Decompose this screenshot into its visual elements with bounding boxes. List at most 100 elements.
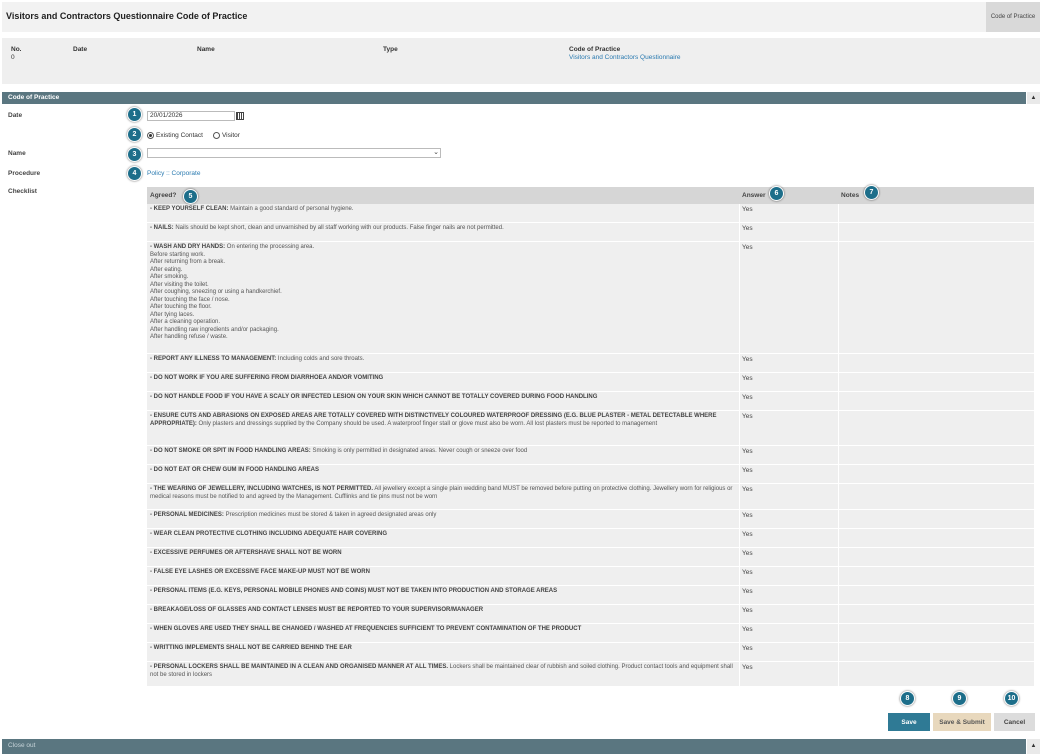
row-answer[interactable]: Yes <box>739 643 838 661</box>
row-notes[interactable] <box>838 624 1034 642</box>
summary-cop-link[interactable]: Visitors and Contractors Questionnaire <box>569 54 681 61</box>
section-header[interactable]: Code of Practice <box>2 92 1026 104</box>
row-notes[interactable] <box>838 373 1034 391</box>
table-row: - PERSONAL MEDICINES: Prescription medic… <box>147 510 1034 529</box>
row-statement-title: - PERSONAL LOCKERS SHALL BE MAINTAINED I… <box>150 664 449 670</box>
row-statement: - DO NOT SMOKE OR SPIT IN FOOD HANDLING … <box>147 446 739 464</box>
row-answer[interactable]: Yes <box>739 411 838 445</box>
calendar-icon[interactable] <box>236 112 244 120</box>
row-notes[interactable] <box>838 446 1034 464</box>
row-notes[interactable] <box>838 465 1034 483</box>
procedure-link[interactable]: Policy :: Corporate <box>147 170 200 177</box>
row-statement: - PERSONAL ITEMS (E.G. KEYS, PERSONAL MO… <box>147 586 739 604</box>
row-notes[interactable] <box>838 605 1034 623</box>
procedure-label: Procedure <box>8 170 41 177</box>
row-notes[interactable] <box>838 567 1034 585</box>
row-answer[interactable]: Yes <box>739 586 838 604</box>
tab-code-of-practice[interactable]: Code of Practice <box>986 2 1040 32</box>
cancel-button[interactable]: Cancel <box>994 713 1035 731</box>
row-answer[interactable]: Yes <box>739 548 838 566</box>
row-notes[interactable] <box>838 548 1034 566</box>
row-statement-title: - KEEP YOURSELF CLEAN: <box>150 206 229 212</box>
summary-date: Date <box>73 46 87 53</box>
step-badge-10: 10 <box>1004 691 1019 706</box>
row-answer[interactable]: Yes <box>739 446 838 464</box>
radio-existing-contact[interactable]: Existing Contact <box>147 132 203 139</box>
row-statement-text: Only plasters and dressings supplied by … <box>196 420 658 427</box>
row-notes[interactable] <box>838 586 1034 604</box>
radio-checked-icon[interactable] <box>147 132 154 139</box>
row-notes[interactable] <box>838 510 1034 528</box>
step-badge-4: 4 <box>127 166 142 181</box>
row-statement: - WRITTING IMPLEMENTS SHALL NOT BE CARRI… <box>147 643 739 661</box>
row-answer[interactable]: Yes <box>739 624 838 642</box>
row-notes[interactable] <box>838 662 1034 686</box>
summary-type-header: Type <box>383 46 398 53</box>
date-label: Date <box>8 112 23 119</box>
row-answer[interactable]: Yes <box>739 662 838 686</box>
summary-cop-header: Code of Practice <box>569 46 621 53</box>
row-statement-title: - PERSONAL MEDICINES: <box>150 512 224 518</box>
row-notes[interactable] <box>838 643 1034 661</box>
date-field[interactable]: 20/01/2026 <box>147 111 235 121</box>
save-submit-button[interactable]: Save & Submit <box>933 713 991 731</box>
name-label: Name <box>8 150 26 157</box>
row-statement-title: - BREAKAGE/LOSS OF GLASSES AND CONTACT L… <box>150 607 484 613</box>
row-notes[interactable] <box>838 204 1034 222</box>
row-statement-text: Including colds and sore throats. <box>276 356 365 362</box>
summary-name-header: Name <box>197 46 215 53</box>
header-agreed: Agreed? <box>150 192 177 199</box>
bottom-collapse-icon[interactable]: ▲ <box>1027 739 1040 754</box>
row-statement-title: - REPORT ANY ILLNESS TO MANAGEMENT: <box>150 356 277 362</box>
summary-type: Type <box>383 46 398 53</box>
row-statement-title: - WASH AND DRY HANDS: <box>150 244 226 250</box>
table-row: - DO NOT WORK IF YOU ARE SUFFERING FROM … <box>147 373 1034 392</box>
row-notes[interactable] <box>838 223 1034 241</box>
summary-panel: No. 0 Date Name Type Code of Practice Vi… <box>2 38 1040 84</box>
row-answer[interactable]: Yes <box>739 484 838 509</box>
row-statement: - WEAR CLEAN PROTECTIVE CLOTHING INCLUDI… <box>147 529 739 547</box>
row-notes[interactable] <box>838 529 1034 547</box>
row-answer[interactable]: Yes <box>739 242 838 353</box>
save-button[interactable]: Save <box>888 713 930 731</box>
row-answer[interactable]: Yes <box>739 354 838 372</box>
bottom-section-bar[interactable]: Close out <box>2 739 1026 754</box>
row-answer[interactable]: Yes <box>739 510 838 528</box>
checklist-table: Agreed? Answer Notes - KEEP YOURSELF CLE… <box>147 187 1034 687</box>
table-row: - DO NOT SMOKE OR SPIT IN FOOD HANDLING … <box>147 446 1034 465</box>
row-statement-title: - EXCESSIVE PERFUMES OR AFTERSHAVE SHALL… <box>150 550 342 556</box>
row-notes[interactable] <box>838 484 1034 509</box>
row-notes[interactable] <box>838 242 1034 353</box>
row-statement-text: Nails should be kept short, clean and un… <box>173 225 504 231</box>
row-answer[interactable]: Yes <box>739 605 838 623</box>
row-answer[interactable]: Yes <box>739 529 838 547</box>
name-select[interactable]: ⌄ <box>147 148 441 158</box>
table-row: - WEAR CLEAN PROTECTIVE CLOTHING INCLUDI… <box>147 529 1034 548</box>
summary-no: No. 0 <box>11 46 21 61</box>
row-answer[interactable]: Yes <box>739 567 838 585</box>
summary-name: Name <box>197 46 215 53</box>
table-row: - REPORT ANY ILLNESS TO MANAGEMENT: Incl… <box>147 354 1034 373</box>
row-notes[interactable] <box>838 411 1034 445</box>
table-body: - KEEP YOURSELF CLEAN: Maintain a good s… <box>147 204 1034 687</box>
row-statement-title: - FALSE EYE LASHES OR EXCESSIVE FACE MAK… <box>150 569 370 575</box>
radio-unchecked-icon[interactable] <box>212 132 220 139</box>
row-answer[interactable]: Yes <box>739 204 838 222</box>
row-answer[interactable]: Yes <box>739 392 838 410</box>
table-row: - FALSE EYE LASHES OR EXCESSIVE FACE MAK… <box>147 567 1034 586</box>
page-title: Visitors and Contractors Questionnaire C… <box>6 11 248 21</box>
chevron-down-icon[interactable]: ⌄ <box>433 148 439 156</box>
radio-visitor[interactable]: Visitor <box>212 132 240 139</box>
contact-type-group: Existing Contact Visitor <box>147 132 240 139</box>
row-answer[interactable]: Yes <box>739 223 838 241</box>
row-answer[interactable]: Yes <box>739 465 838 483</box>
row-notes[interactable] <box>838 392 1034 410</box>
row-notes[interactable] <box>838 354 1034 372</box>
table-row: - KEEP YOURSELF CLEAN: Maintain a good s… <box>147 204 1034 223</box>
row-answer[interactable]: Yes <box>739 373 838 391</box>
table-header: Agreed? Answer Notes <box>147 187 1034 204</box>
header-answer: Answer <box>742 192 766 199</box>
collapse-up-icon[interactable]: ▲ <box>1027 92 1040 104</box>
row-statement-title: - DO NOT HANDLE FOOD IF YOU HAVE A SCALY… <box>150 394 598 400</box>
table-row: - BREAKAGE/LOSS OF GLASSES AND CONTACT L… <box>147 605 1034 624</box>
